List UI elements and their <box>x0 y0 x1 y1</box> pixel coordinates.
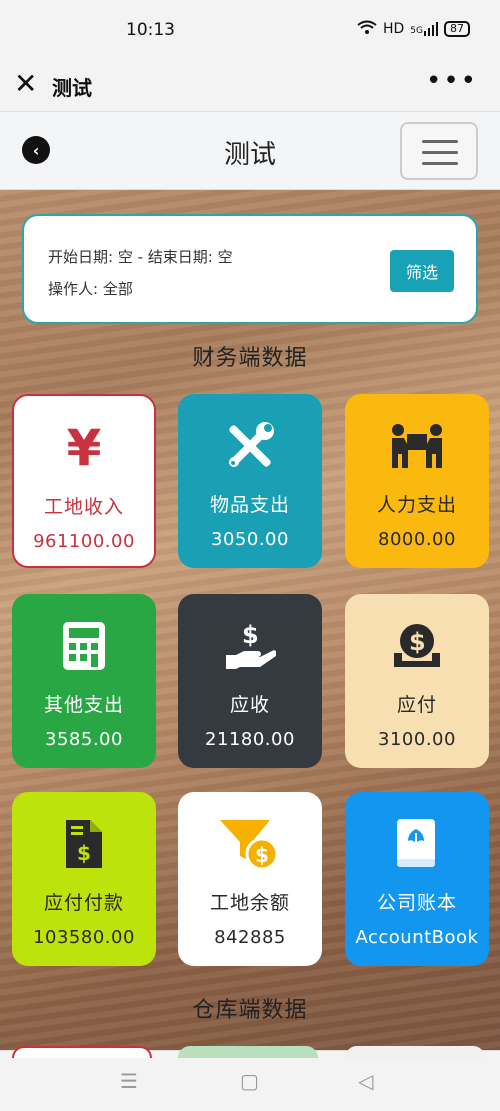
card-payable-payment[interactable]: $ 应付付款 103580.00 <box>12 792 156 966</box>
menu-line <box>422 140 458 143</box>
status-icons: HD 5G 87 <box>357 20 470 38</box>
warehouse-section-title: 仓库端数据 <box>192 998 308 1023</box>
card-name: 工地收入 <box>43 496 124 518</box>
card-name: 应付付款 <box>43 892 124 914</box>
card-peek[interactable] <box>178 1046 318 1058</box>
card-name: 应收 <box>229 694 270 716</box>
card-value: 8000.00 <box>378 529 456 550</box>
card-name: 其他支出 <box>43 694 124 716</box>
svg-text:$: $ <box>409 628 426 656</box>
app-header: ‹ 测试 <box>0 112 500 190</box>
card-receivable[interactable]: $ 应收 21180.00 <box>178 594 322 768</box>
svg-text:$: $ <box>255 843 269 867</box>
hamburger-menu-button[interactable] <box>400 122 478 180</box>
card-goods-expense[interactable]: 物品支出 3050.00 <box>178 394 322 568</box>
card-site-balance[interactable]: $ 工地余额 842885 <box>178 792 322 966</box>
wechat-title-bar: ✕ 测试 ••• <box>0 60 500 112</box>
signal-icon: 5G <box>410 22 438 36</box>
battery-icon: 87 <box>444 21 470 37</box>
coin-tray-icon: $ <box>392 618 442 674</box>
card-name: 人力支出 <box>376 494 457 516</box>
card-value: 3100.00 <box>378 729 456 750</box>
home-icon[interactable]: ▢ <box>240 1069 259 1093</box>
card-peek[interactable] <box>345 1046 485 1058</box>
card-name: 物品支出 <box>209 494 290 516</box>
funnel-coin-icon: $ <box>220 816 280 872</box>
filter-panel: 开始日期: 空 - 结束日期: 空 操作人: 全部 筛选 <box>22 214 478 324</box>
svg-text:$: $ <box>242 621 259 649</box>
card-name: 公司账本 <box>376 892 457 914</box>
card-name: 应付 <box>396 694 437 716</box>
card-name: 工地余额 <box>209 892 290 914</box>
more-icon[interactable]: ••• <box>426 66 478 96</box>
tools-icon <box>225 418 275 474</box>
close-icon[interactable]: ✕ <box>14 70 37 98</box>
card-value: 842885 <box>214 927 286 948</box>
finance-section-title: 财务端数据 <box>192 346 308 371</box>
wifi-icon <box>357 20 377 38</box>
card-value: 21180.00 <box>205 729 295 750</box>
status-bar: 10:13 HD 5G 87 <box>0 0 500 60</box>
card-site-income[interactable]: ¥ 工地收入 961100.00 <box>12 394 156 568</box>
wechat-title: 测试 <box>52 76 92 100</box>
operator-text[interactable]: 操作人: 全部 <box>48 278 133 299</box>
movers-icon <box>388 418 446 474</box>
filter-button[interactable]: 筛选 <box>390 250 454 292</box>
back-icon[interactable]: ◁ <box>358 1069 373 1093</box>
card-value: 3050.00 <box>211 529 289 550</box>
recent-apps-icon[interactable]: ☰ <box>120 1069 138 1093</box>
card-other-expense[interactable]: 其他支出 3585.00 <box>12 594 156 768</box>
card-company-ledger[interactable]: 公司账本 AccountBook <box>345 792 489 966</box>
status-time: 10:13 <box>126 20 175 40</box>
card-peek[interactable] <box>12 1046 152 1058</box>
card-labor-expense[interactable]: 人力支出 8000.00 <box>345 394 489 568</box>
card-value: 103580.00 <box>33 927 135 948</box>
network-label: HD <box>382 21 405 37</box>
date-range-text[interactable]: 开始日期: 空 - 结束日期: 空 <box>48 246 233 267</box>
system-nav-bar: ☰ ▢ ◁ <box>0 1050 500 1111</box>
money-hand-icon: $ <box>224 618 276 674</box>
card-payable[interactable]: $ 应付 3100.00 <box>345 594 489 768</box>
menu-line <box>422 151 458 154</box>
menu-line <box>422 162 458 165</box>
card-value: 961100.00 <box>33 531 135 552</box>
card-value: 3585.00 <box>45 729 123 750</box>
invoice-icon: $ <box>66 816 102 872</box>
calculator-icon <box>63 618 105 674</box>
svg-text:$: $ <box>77 841 91 865</box>
book-icon <box>397 816 437 872</box>
yuan-icon: ¥ <box>66 419 102 477</box>
card-value: AccountBook <box>355 927 479 948</box>
